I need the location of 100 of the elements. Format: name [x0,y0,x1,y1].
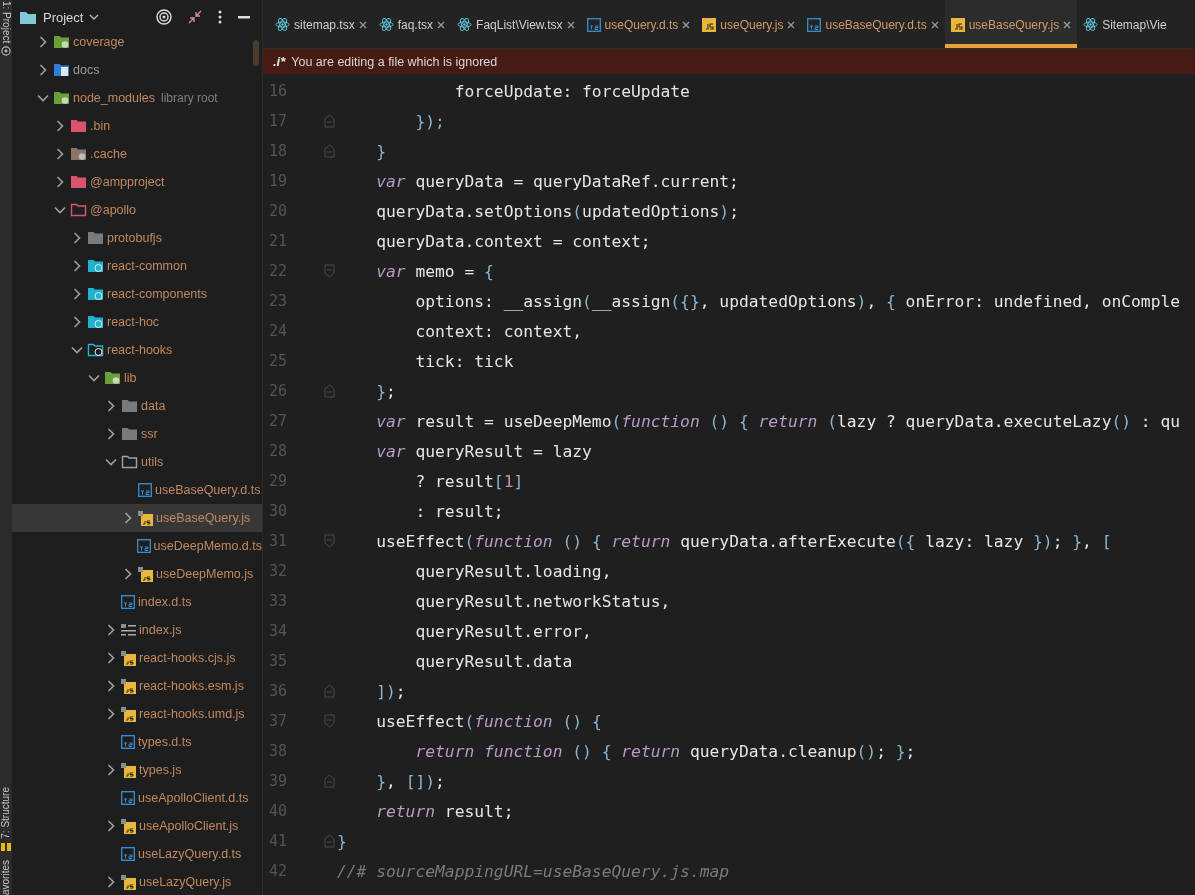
chevron-icon[interactable] [37,36,49,48]
tree-row[interactable]: protobufjs [12,224,262,252]
code-line: return result; [375,801,514,821]
tree-row[interactable]: useDeepMemo.js [12,560,262,588]
chevron-icon[interactable] [105,624,117,636]
chevron-icon[interactable] [54,176,66,188]
tree-row[interactable]: useBaseQuery.d.ts [12,476,262,504]
chevron-icon[interactable] [37,64,49,76]
chevron-icon[interactable] [88,372,100,384]
tool-window-button[interactable]: avorites [0,860,12,895]
chevron-icon[interactable] [105,764,117,776]
close-icon[interactable] [437,20,446,29]
tree-row[interactable]: react-hooks.cjs.js [12,644,262,672]
chevron-icon[interactable] [71,316,83,328]
tree-item-label: ssr [141,427,158,441]
close-icon[interactable] [566,20,575,29]
chevron-icon[interactable] [122,568,134,580]
tree-row[interactable]: react-hoc [12,308,262,336]
tree-row[interactable]: react-common [12,252,262,280]
collapse-icon[interactable] [188,10,202,24]
tree-row[interactable]: index.js [12,616,262,644]
code-line: } [337,831,347,851]
chevron-icon[interactable] [122,512,134,524]
tree-row[interactable]: react-components [12,280,262,308]
tree-row[interactable]: useApolloClient.js [12,812,262,840]
chevron-icon[interactable] [71,260,83,272]
folder-icon [87,259,104,273]
code-line: ? result[1] [414,471,524,491]
tree-item-label: node_modules [73,91,155,105]
editor-tab[interactable]: useBaseQuery.js [944,0,1078,48]
folder-icon [70,175,87,189]
tree-row[interactable]: data [12,392,262,420]
close-icon[interactable] [930,20,939,29]
tree-row[interactable]: coverage [12,28,262,56]
tree-row[interactable]: react-hooks.umd.js [12,700,262,728]
chevron-icon[interactable] [105,428,117,440]
tree-item-label: index.d.ts [138,595,192,609]
scrollbar[interactable] [253,40,259,66]
tree-row[interactable]: types.js [12,756,262,784]
chevron-icon[interactable] [71,344,83,356]
chevron-icon[interactable] [71,232,83,244]
editor-tab[interactable]: faq.tsx [372,0,452,48]
target-icon[interactable] [156,9,172,25]
chevron-icon[interactable] [37,92,49,104]
chevron-icon[interactable] [54,120,66,132]
tree-row[interactable]: useDeepMemo.d.ts [12,532,262,560]
tree-row[interactable]: lib [12,364,262,392]
editor-tab[interactable]: Sitemap\Vie [1077,0,1173,48]
folder-icon [104,371,121,385]
tree-item-label: data [141,399,166,413]
tree-row[interactable]: node_modules library root [12,84,262,112]
folder-icon [53,63,70,77]
tree-row[interactable]: types.d.ts [12,728,262,756]
more-icon[interactable] [218,10,222,24]
tree-row[interactable]: @ampproject [12,168,262,196]
close-icon[interactable] [1063,20,1072,29]
tree-row[interactable]: useLazyQuery.js [12,868,262,895]
editor-tab[interactable]: useBaseQuery.d.ts [801,0,945,48]
tree-item-label: useApolloClient.d.ts [138,791,249,805]
tree-row[interactable]: react-hooks.esm.js [12,672,262,700]
chevron-icon[interactable] [105,400,117,412]
chevron-down-icon[interactable] [89,13,100,21]
js-file-icon [121,678,136,694]
chevron-icon[interactable] [54,204,66,216]
close-icon[interactable] [358,20,367,29]
chevron-icon[interactable] [105,652,117,664]
js-file-icon [702,17,717,32]
editor-tab[interactable]: useQuery.js [696,0,802,48]
tool-window-button[interactable]: 7: Structure [0,787,12,839]
minimize-icon[interactable] [238,15,250,19]
tree-item-label: useBaseQuery.js [156,511,251,525]
chevron-icon[interactable] [105,820,117,832]
tool-window-button[interactable]: 1: Project [0,1,12,44]
code-line: forceUpdate: forceUpdate [453,81,690,101]
tree-row[interactable]: .cache [12,140,262,168]
tree-row[interactable]: useBaseQuery.js [12,504,262,532]
tree-row[interactable]: .bin [12,112,262,140]
close-icon[interactable] [787,20,796,29]
tree-row[interactable]: docs [12,56,262,84]
chevron-icon[interactable] [105,456,117,468]
chevron-icon[interactable] [71,288,83,300]
chevron-icon[interactable] [105,708,117,720]
structure-icon [1,842,11,852]
editor-tab[interactable]: useQuery.d.ts [580,0,697,48]
tree-row[interactable]: useLazyQuery.d.ts [12,840,262,868]
tree-row[interactable]: ssr [12,420,262,448]
tree-item-label: docs [73,63,100,77]
close-icon[interactable] [682,20,691,29]
panel-title[interactable]: Project [43,9,84,25]
tree-row[interactable]: useApolloClient.d.ts [12,784,262,812]
chevron-icon[interactable] [105,876,117,888]
tree-row[interactable]: utils [12,448,262,476]
chevron-icon[interactable] [54,148,66,160]
tree-item-label: coverage [73,35,125,49]
editor-tab[interactable]: FaqList\View.tsx [451,0,581,48]
tree-row[interactable]: index.d.ts [12,588,262,616]
editor-tab[interactable]: sitemap.tsx [269,0,373,48]
chevron-icon[interactable] [105,680,117,692]
tree-row[interactable]: react-hooks [12,336,262,364]
tree-row[interactable]: @apollo [12,196,262,224]
